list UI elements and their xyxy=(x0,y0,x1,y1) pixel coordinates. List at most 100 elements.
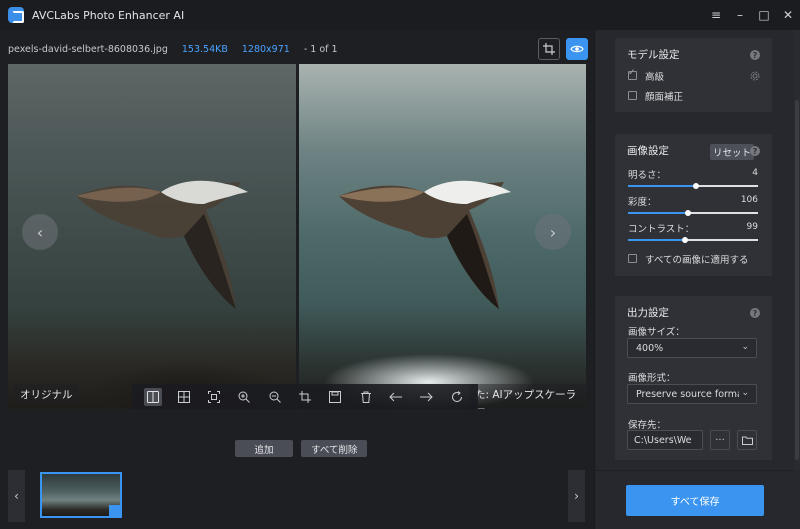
brightness-value: 4 xyxy=(752,168,758,178)
crop-icon xyxy=(298,391,311,403)
image-size-label: 画像サイズ： xyxy=(628,327,685,338)
saturation-value: 106 xyxy=(740,195,758,205)
contrast-slider[interactable] xyxy=(628,237,758,243)
refresh-icon xyxy=(451,391,462,403)
saturation-label: 彩度： xyxy=(628,197,657,208)
list-actions: 追加 すべて削除 xyxy=(235,440,368,457)
image-size-value: 400% xyxy=(636,343,664,354)
next-image-button[interactable]: › xyxy=(535,214,571,250)
saturation-slider[interactable] xyxy=(628,210,758,216)
output-help-icon[interactable]: ? xyxy=(750,308,760,318)
image-help-icon[interactable]: ? xyxy=(750,146,760,156)
apply-all-checkbox[interactable] xyxy=(628,254,637,263)
eye-icon xyxy=(570,45,584,53)
zoom-out-icon xyxy=(269,391,281,403)
prev-button[interactable] xyxy=(387,388,405,406)
prev-image-button[interactable]: ‹ xyxy=(22,214,58,250)
enhanced-label: た: AIアップスケーラー xyxy=(469,384,586,409)
zoom-out-button[interactable] xyxy=(266,388,284,406)
face-enhance-label: 顔面補正 xyxy=(645,92,684,103)
window-controls: ≡ – □ ✕ xyxy=(704,0,800,30)
enhanced-image: › xyxy=(299,64,586,409)
file-info: pexels-david-selbert-8608036.jpg 153.54K… xyxy=(8,38,338,60)
thumb-next-button[interactable]: › xyxy=(568,470,585,522)
high-quality-label: 高級 xyxy=(645,72,665,83)
crop-badge-icon xyxy=(109,505,121,517)
fit-screen-button[interactable] xyxy=(205,388,223,406)
next-button[interactable] xyxy=(417,388,435,406)
thumb-prev-button[interactable]: ‹ xyxy=(8,470,25,522)
zoom-in-button[interactable] xyxy=(235,388,253,406)
brightness-slider-fill xyxy=(628,185,696,187)
original-image: ‹ xyxy=(8,64,296,409)
save-path-field[interactable]: C:\Users\We xyxy=(627,430,703,450)
zoom-in-icon xyxy=(238,391,251,403)
crop-icon xyxy=(543,43,555,55)
close-button[interactable]: ✕ xyxy=(776,0,800,30)
maximize-button[interactable]: □ xyxy=(752,0,776,30)
contrast-slider-fill xyxy=(628,239,685,241)
bird-image-enhanced xyxy=(339,180,511,309)
panel-separator xyxy=(594,470,794,471)
model-settings-title: モデル設定 xyxy=(627,49,680,61)
preview-toggle-button[interactable] xyxy=(566,38,588,60)
split-view-button[interactable] xyxy=(144,388,163,406)
arrow-right-icon xyxy=(420,392,434,402)
chevron-down-icon: ⌄ xyxy=(739,388,749,398)
save-button[interactable] xyxy=(326,388,344,406)
brightness-label: 明るさ： xyxy=(628,170,667,181)
image-format-label: 画像形式： xyxy=(628,373,676,384)
grid-view-icon xyxy=(177,391,190,403)
saturation-slider-knob[interactable] xyxy=(685,210,691,216)
image-size-select[interactable]: 400% ⌄ xyxy=(627,338,757,358)
title-bar: AVCLabs Photo Enhancer AI ≡ – □ ✕ xyxy=(0,0,800,30)
apply-all-label: すべての画像に適用する xyxy=(645,255,749,266)
bird-image-original xyxy=(76,180,248,309)
saturation-slider-fill xyxy=(628,212,688,214)
more-options-button[interactable]: ··· xyxy=(710,430,730,450)
top-tools xyxy=(538,38,588,60)
crop-button[interactable] xyxy=(296,388,314,406)
contrast-slider-knob[interactable] xyxy=(682,237,688,243)
refresh-button[interactable] xyxy=(448,388,466,406)
crop-tool-button[interactable] xyxy=(538,38,560,60)
minimize-button[interactable]: – xyxy=(728,0,752,30)
app-title: AVCLabs Photo Enhancer AI xyxy=(32,8,185,22)
image-settings-title: 画像設定 xyxy=(627,145,669,157)
split-view-icon xyxy=(147,391,160,403)
remove-all-button[interactable]: すべて削除 xyxy=(301,440,368,457)
original-label: オリジナル xyxy=(14,384,79,405)
file-resolution: 1280x971 xyxy=(241,43,290,55)
menu-button[interactable]: ≡ xyxy=(704,0,728,30)
gear-icon[interactable] xyxy=(750,71,760,81)
brightness-slider-knob[interactable] xyxy=(693,183,699,189)
file-name: pexels-david-selbert-8608036.jpg xyxy=(8,43,168,55)
image-format-select[interactable]: Preserve source format ⌄ xyxy=(627,384,757,404)
browse-folder-button[interactable] xyxy=(737,430,757,450)
file-size: 153.54KB xyxy=(181,43,228,55)
model-help-icon[interactable]: ? xyxy=(750,50,760,60)
contrast-label: コントラスト： xyxy=(628,224,695,235)
add-button[interactable]: 追加 xyxy=(235,440,293,457)
trash-icon xyxy=(360,391,371,403)
save-dest-label: 保存先： xyxy=(628,420,667,431)
save-all-button[interactable]: すべて保存 xyxy=(626,485,764,516)
save-icon xyxy=(329,391,342,403)
face-enhance-checkbox[interactable] xyxy=(628,91,637,100)
thumbnail-item[interactable] xyxy=(40,472,122,518)
settings-scroll-thumb[interactable] xyxy=(795,100,799,460)
delete-button[interactable] xyxy=(357,388,375,406)
image-settings-card: 画像設定 リセット ? 明るさ： 4 彩度： 106 コントラスト： 99 すべ… xyxy=(615,134,772,276)
contrast-value: 99 xyxy=(746,222,758,232)
brightness-slider[interactable] xyxy=(628,183,758,189)
output-settings-card: 出力設定 ? 画像サイズ： 400% ⌄ 画像形式： Preserve sour… xyxy=(615,296,772,460)
chevron-down-icon: ⌄ xyxy=(741,342,749,352)
reset-button[interactable]: リセット xyxy=(710,144,755,160)
folder-icon xyxy=(741,436,753,445)
high-quality-checkbox[interactable] xyxy=(628,68,637,80)
grid-view-button[interactable] xyxy=(175,388,193,406)
app-logo-icon xyxy=(8,7,24,23)
fit-screen-icon xyxy=(207,391,220,403)
output-settings-title: 出力設定 xyxy=(627,307,669,319)
preview-area: ‹ › オリジナル た: AIアップスケーラー xyxy=(8,64,586,409)
